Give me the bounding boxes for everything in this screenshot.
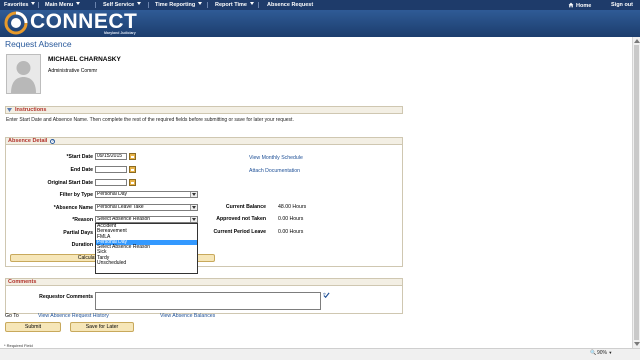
current-balance-value: 48.00 Hours	[278, 204, 307, 210]
original-start-date-label: Original Start Date	[47, 180, 93, 186]
scrollbar-thumb[interactable]	[634, 45, 639, 340]
start-date-label: *Start Date	[66, 154, 93, 160]
current-period-leave-value: 0.00 Hours	[278, 229, 304, 235]
absence-detail-section	[5, 137, 403, 267]
nav-self-service[interactable]: Self Service	[103, 2, 142, 8]
vertical-scrollbar[interactable]	[632, 37, 640, 348]
submit-button[interactable]: Submit	[5, 322, 61, 332]
requestor-comments-textarea[interactable]	[95, 292, 321, 310]
current-balance-label: Current Balance	[225, 204, 266, 210]
zoom-level-value: 90%	[597, 350, 608, 356]
nav-time-reporting-label: Time Reporting	[155, 2, 196, 8]
user-silhouette-icon	[11, 61, 36, 93]
nav-home-label: Home	[576, 3, 592, 9]
scroll-up-arrow-icon[interactable]	[634, 39, 640, 43]
scroll-down-arrow-icon[interactable]	[634, 342, 640, 346]
reason-select[interactable]: Select Absence Reason	[95, 216, 198, 223]
chevron-down-icon	[250, 2, 254, 5]
nav-home[interactable]: Home	[568, 2, 591, 9]
comments-header-bar	[5, 278, 403, 286]
top-nav-bar: Favorites Main Menu Self Service Time Re…	[0, 0, 640, 10]
svg-text:ab: ab	[323, 292, 326, 296]
nav-separator	[207, 2, 208, 8]
calendar-icon[interactable]	[129, 153, 136, 160]
start-date-input[interactable]: 09/15/2015	[95, 153, 127, 160]
nav-report-time-label: Report Time	[215, 2, 247, 8]
spell-check-icon[interactable]: ab	[323, 292, 330, 299]
reason-option[interactable]: Unscheduled	[96, 260, 197, 266]
reason-label: *Reason	[72, 217, 93, 223]
end-date-label: End Date	[70, 167, 93, 173]
browser-status-bar	[0, 348, 640, 360]
chevron-down-icon	[198, 2, 203, 5]
instructions-text: Enter Start Date and Absence Name. Then …	[6, 117, 294, 123]
chevron-down-icon	[190, 205, 197, 210]
view-absence-request-history-link[interactable]: View Absence Request History	[38, 313, 109, 319]
employee-name: MICHAEL CHARNASKY	[48, 56, 121, 63]
nav-time-reporting[interactable]: Time Reporting	[155, 2, 203, 8]
nav-main-menu[interactable]: Main Menu	[45, 2, 81, 8]
nav-separator	[95, 2, 96, 8]
nav-favorites-label: Favorites	[4, 2, 29, 8]
absence-detail-header-label: Absence Detail	[8, 138, 48, 144]
home-icon	[568, 2, 574, 8]
nav-separator	[258, 2, 259, 8]
zoom-icon[interactable]: 🔍	[590, 350, 596, 356]
save-for-later-button[interactable]: Save for Later	[70, 322, 134, 332]
instructions-header: Instructions	[15, 107, 47, 113]
nav-report-time[interactable]: Report Time	[215, 2, 254, 8]
attach-documentation-link[interactable]: Attach Documentation	[249, 168, 300, 174]
original-start-date-input[interactable]	[95, 179, 127, 186]
filter-by-type-value: Personal Day	[97, 191, 128, 197]
chevron-down-icon	[76, 2, 81, 5]
partial-days-label: Partial Days	[63, 230, 93, 236]
goto-label: Go To	[5, 313, 19, 319]
filter-by-type-label: Filter by Type	[59, 192, 93, 198]
brand-subtitle: Maryland Judiciary	[104, 31, 136, 35]
comments-header: Comments	[8, 279, 37, 285]
chevron-down-icon	[137, 2, 142, 5]
calendar-icon[interactable]	[129, 166, 136, 173]
nav-favorites[interactable]: Favorites	[4, 2, 36, 8]
nav-separator	[38, 2, 39, 8]
page-title: Request Absence	[5, 39, 72, 49]
filter-by-type-select[interactable]: Personal Day	[95, 191, 198, 198]
requestor-comments-label: Requestor Comments	[39, 294, 93, 300]
view-absence-balances-link[interactable]: View Absence Balances	[160, 313, 215, 319]
help-icon[interactable]: ?	[50, 139, 56, 144]
absence-detail-header: Absence Detail?	[8, 138, 56, 144]
chevron-down-icon	[31, 2, 36, 5]
chevron-down-icon	[190, 192, 197, 197]
nav-sign-out[interactable]: Sign out	[611, 2, 633, 8]
absence-name-select[interactable]: Personal Leave Take	[95, 204, 198, 211]
nav-absence-request[interactable]: Absence Request	[267, 2, 313, 8]
nav-separator	[148, 2, 149, 8]
reason-dropdown-list: Accident Bereavement FMLA Personal Day S…	[95, 223, 198, 274]
approved-not-taken-label: Approved not Taken	[216, 216, 266, 222]
calendar-icon[interactable]	[129, 179, 136, 186]
nav-main-menu-label: Main Menu	[45, 2, 74, 8]
employee-title: Administrative Commr	[48, 68, 98, 74]
nav-self-service-label: Self Service	[103, 2, 135, 8]
connect-logo-icon	[4, 11, 28, 35]
approved-not-taken-value: 0.00 Hours	[278, 216, 304, 222]
absence-name-value: Personal Leave Take	[97, 204, 144, 210]
absence-detail-header-bar	[5, 137, 403, 145]
zoom-level[interactable]: 90% ▼	[597, 350, 612, 356]
chevron-down-icon	[190, 217, 197, 222]
avatar	[6, 54, 41, 94]
chevron-down-icon: ▼	[608, 350, 613, 355]
absence-name-label: *Absence Name	[53, 205, 93, 211]
collapse-triangle-icon[interactable]	[7, 108, 12, 112]
reason-value: Select Absence Reason	[97, 216, 151, 222]
duration-label: Duration	[71, 242, 93, 248]
current-period-leave-label: Current Period Leave	[213, 229, 266, 235]
instructions-header-bar[interactable]	[5, 106, 403, 114]
end-date-input[interactable]	[95, 166, 127, 173]
view-monthly-schedule-link[interactable]: View Monthly Schedule	[249, 155, 303, 161]
